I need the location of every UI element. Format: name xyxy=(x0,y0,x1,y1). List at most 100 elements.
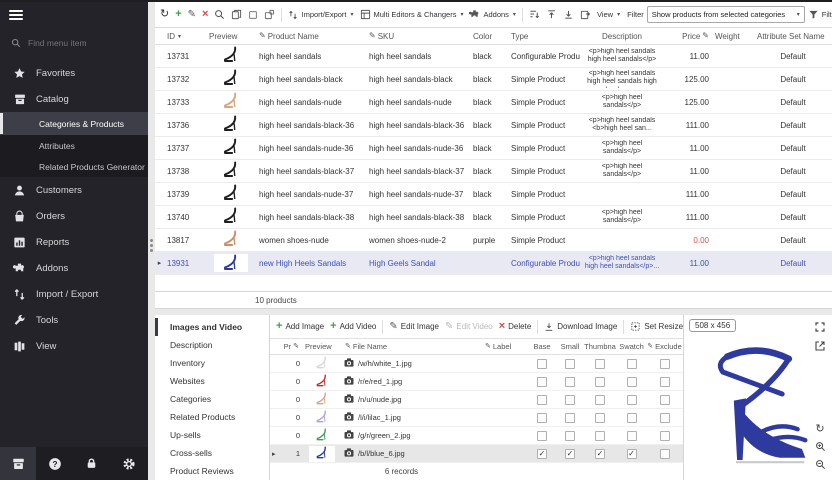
column-header-preview[interactable]: Preview xyxy=(206,32,256,41)
base-checkbox[interactable] xyxy=(537,431,547,441)
tab-cross-sells[interactable]: Cross-sells xyxy=(155,444,269,462)
help-button[interactable]: ? xyxy=(46,455,64,473)
image-row[interactable]: 0/n/u/nude.jpg xyxy=(270,391,683,409)
lock-button[interactable] xyxy=(83,455,101,473)
swatch-checkbox[interactable] xyxy=(627,395,637,405)
multi-editors-menu[interactable]: Multi Editors & Changers▾ xyxy=(357,7,467,22)
add-image-button[interactable]: +Add Image xyxy=(273,319,327,334)
download-image-button[interactable]: Download Image xyxy=(541,320,620,334)
sidebar-item-customers[interactable]: Customers xyxy=(0,177,148,203)
sort-columns-button[interactable] xyxy=(526,7,543,22)
image-row[interactable]: 0/w/h/white_1.jpg xyxy=(270,355,683,373)
move-up-button[interactable] xyxy=(543,7,560,22)
swatch-checkbox[interactable]: ✓ xyxy=(627,449,637,459)
zoom-out-button[interactable] xyxy=(813,457,827,471)
column-header-swatch[interactable]: Swatch xyxy=(616,342,647,351)
column-header-sku[interactable]: ✎SKU xyxy=(366,32,470,41)
thumbnail-checkbox[interactable]: ✓ xyxy=(595,449,605,459)
sidebar-item-catalog[interactable]: Catalog xyxy=(0,86,148,112)
thumbnail-checkbox[interactable] xyxy=(595,395,605,405)
small-checkbox[interactable] xyxy=(565,395,575,405)
sidebar-item-related-products-generator[interactable]: Related Products Generator xyxy=(0,156,148,177)
open-in-new-button[interactable] xyxy=(813,339,827,353)
tab-websites[interactable]: Websites xyxy=(155,372,269,390)
swatch-checkbox[interactable] xyxy=(627,413,637,423)
select-cells-button[interactable] xyxy=(245,8,261,22)
swatch-checkbox[interactable] xyxy=(627,359,637,369)
base-checkbox[interactable] xyxy=(537,413,547,423)
filter-select[interactable]: Show products from selected categories ▾ xyxy=(647,6,805,23)
tab-up-sells[interactable]: Up-sells xyxy=(155,426,269,444)
sidebar-item-reports[interactable]: Reports xyxy=(0,229,148,255)
set-resize-rule-button[interactable]: Set Resize Rule xyxy=(627,319,683,334)
add-product-button[interactable]: + xyxy=(172,7,184,22)
column-header-preview[interactable]: Preview xyxy=(302,342,342,351)
copy-button[interactable] xyxy=(228,7,245,22)
exclude-checkbox[interactable] xyxy=(660,377,670,387)
column-header-thumbna[interactable]: Thumbna xyxy=(584,342,616,351)
table-row[interactable]: 13733high heel sandals-nudehigh heel san… xyxy=(155,91,832,114)
fullscreen-button[interactable] xyxy=(813,320,827,334)
table-row[interactable]: 13740high heel sandals-black-38high heel… xyxy=(155,206,832,229)
view-menu[interactable]: View▾ xyxy=(594,8,623,21)
column-header-id[interactable]: ID▾ xyxy=(164,32,206,41)
sidebar-item-favorites[interactable]: Favorites xyxy=(0,60,148,86)
table-row[interactable]: 13732high heel sandals-blackhigh heel sa… xyxy=(155,68,832,91)
exclude-checkbox[interactable] xyxy=(660,395,670,405)
thumbnail-checkbox[interactable] xyxy=(595,359,605,369)
sidebar-item-view[interactable]: View xyxy=(0,333,148,359)
thumbnail-checkbox[interactable] xyxy=(595,413,605,423)
tab-related-products[interactable]: Related Products xyxy=(155,408,269,426)
settings-button[interactable] xyxy=(120,455,138,473)
delete-image-button[interactable]: ×Delete xyxy=(496,319,535,334)
column-header-color[interactable]: Color xyxy=(470,32,508,41)
delete-product-button[interactable]: × xyxy=(199,7,211,22)
sidebar-item-addons[interactable]: Addons xyxy=(0,255,148,281)
column-header-weight[interactable]: Weight xyxy=(712,32,754,41)
export-grid-button[interactable] xyxy=(577,7,594,22)
table-row[interactable]: 13736high heel sandals-black-36high heel… xyxy=(155,114,832,137)
exclude-checkbox[interactable] xyxy=(660,413,670,423)
addons-menu[interactable]: Addons▾ xyxy=(466,7,518,22)
duplicate-button[interactable] xyxy=(261,7,278,22)
column-header-attribute-set-name[interactable]: Attribute Set Name xyxy=(754,32,832,41)
small-checkbox[interactable]: ✓ xyxy=(565,449,575,459)
column-header-description[interactable]: Description xyxy=(580,32,664,41)
move-down-button[interactable] xyxy=(560,7,577,22)
zoom-in-button[interactable] xyxy=(813,439,827,453)
small-checkbox[interactable] xyxy=(565,431,575,441)
panel-splitter-handle[interactable] xyxy=(147,232,155,258)
tab-description[interactable]: Description xyxy=(155,336,269,354)
base-checkbox[interactable]: ✓ xyxy=(537,449,547,459)
tab-images-and-video[interactable]: Images and Video xyxy=(155,318,269,336)
image-row[interactable]: 0/l/i/lilac_1.jpg xyxy=(270,409,683,427)
search-products-button[interactable] xyxy=(211,7,228,22)
edit-image-button[interactable]: ✎Edit Image xyxy=(386,320,442,334)
column-header-pr[interactable]: Pr✎ xyxy=(278,342,302,351)
sidebar-item-categories-products[interactable]: Categories & Products xyxy=(0,112,148,135)
image-row[interactable]: 0/r/e/red_1.jpg xyxy=(270,373,683,391)
tab-inventory[interactable]: Inventory xyxy=(155,354,269,372)
filters-menu[interactable]: Filters▾ xyxy=(805,7,832,22)
table-row[interactable]: 13739high heel sandals-nude-37high heel … xyxy=(155,183,832,206)
column-header-file-name[interactable]: ✎File Name xyxy=(342,342,482,351)
table-row[interactable]: ▸13931new High Heels SandalsHigh Geels S… xyxy=(155,252,832,275)
import-export-menu[interactable]: Import/Export▾ xyxy=(285,8,356,22)
base-checkbox[interactable] xyxy=(537,377,547,387)
column-header-label[interactable]: ✎Label xyxy=(482,342,528,351)
swatch-checkbox[interactable] xyxy=(627,377,637,387)
add-video-button[interactable]: +Add Video xyxy=(327,319,379,334)
base-checkbox[interactable] xyxy=(537,395,547,405)
column-header-price[interactable]: Price✎ xyxy=(664,32,712,41)
refresh-button[interactable]: ↻ xyxy=(157,7,172,22)
sidebar-item-tools[interactable]: Tools xyxy=(0,307,148,333)
catalog-footer-button[interactable] xyxy=(0,447,36,480)
table-row[interactable]: 13737high heel sandals-nude-36high heel … xyxy=(155,137,832,160)
column-header-product-name[interactable]: ✎Product Name xyxy=(256,32,366,41)
column-header-small[interactable]: Small xyxy=(556,342,584,351)
rotate-button[interactable]: ↻ xyxy=(813,421,827,435)
thumbnail-checkbox[interactable] xyxy=(595,431,605,441)
sidebar-item-import-export[interactable]: Import / Export xyxy=(0,281,148,307)
column-header-exclude[interactable]: ✎Exclude xyxy=(647,342,682,351)
base-checkbox[interactable] xyxy=(537,359,547,369)
